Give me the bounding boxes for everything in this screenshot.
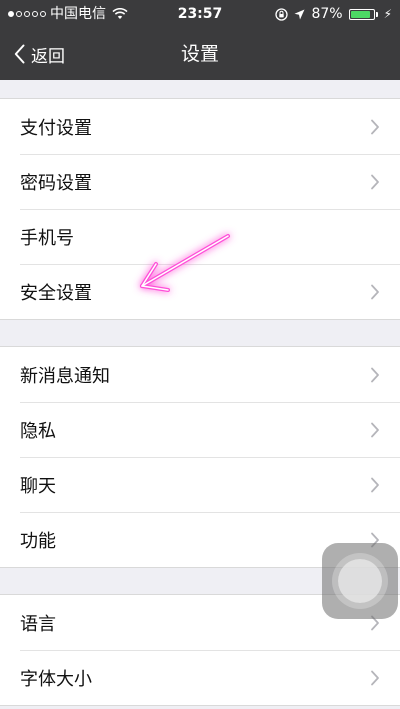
page-title: 设置 [180,43,219,65]
status-bar: 中国电信 23:57 87% ⚡ [0,0,400,28]
orientation-lock-icon [275,7,289,21]
chevron-right-icon [371,174,379,189]
settings-item-label: 密码设置 [20,172,92,194]
settings-item-security[interactable]: 安全设置 [0,264,400,319]
battery-fill [350,10,370,18]
header-bar: 中国电信 23:57 87% ⚡ 返回 设置 [0,0,400,80]
settings-group-general: 新消息通知 隐私 聊天 功能 [0,346,400,568]
settings-item-label: 支付设置 [20,117,92,139]
settings-item-font-size[interactable]: 字体大小 [0,650,400,705]
settings-item-privacy[interactable]: 隐私 [0,402,400,457]
location-arrow-icon [294,9,305,19]
charging-bolt-icon: ⚡ [383,7,392,21]
assistive-touch-icon[interactable] [322,543,398,619]
chevron-right-icon [371,477,379,492]
settings-item-label: 安全设置 [20,282,92,304]
settings-item-label: 字体大小 [20,668,92,690]
settings-item-label: 新消息通知 [20,365,110,387]
settings-item-label: 语言 [20,613,56,635]
settings-item-payment[interactable]: 支付设置 [0,99,400,154]
chevron-right-icon [371,422,379,437]
chevron-right-icon [371,119,379,134]
navigation-bar: 返回 设置 [0,28,400,80]
settings-group-account: 支付设置 密码设置 手机号 安全设置 [0,98,400,320]
settings-item-password[interactable]: 密码设置 [0,154,400,209]
settings-item-phone[interactable]: 手机号 [0,209,400,264]
settings-item-label: 手机号 [20,227,74,249]
battery-percent: 87% [311,6,343,22]
assistive-touch-knob [338,559,382,603]
settings-item-label: 功能 [20,530,56,552]
settings-item-label: 聊天 [20,475,56,497]
status-right: 87% ⚡ [275,0,392,28]
chevron-right-icon [371,284,379,299]
settings-item-chat[interactable]: 聊天 [0,457,400,512]
battery-icon [348,8,378,20]
settings-item-label: 隐私 [20,420,56,442]
settings-item-notifications[interactable]: 新消息通知 [0,347,400,402]
chevron-right-icon [371,670,379,685]
chevron-right-icon [371,367,379,382]
